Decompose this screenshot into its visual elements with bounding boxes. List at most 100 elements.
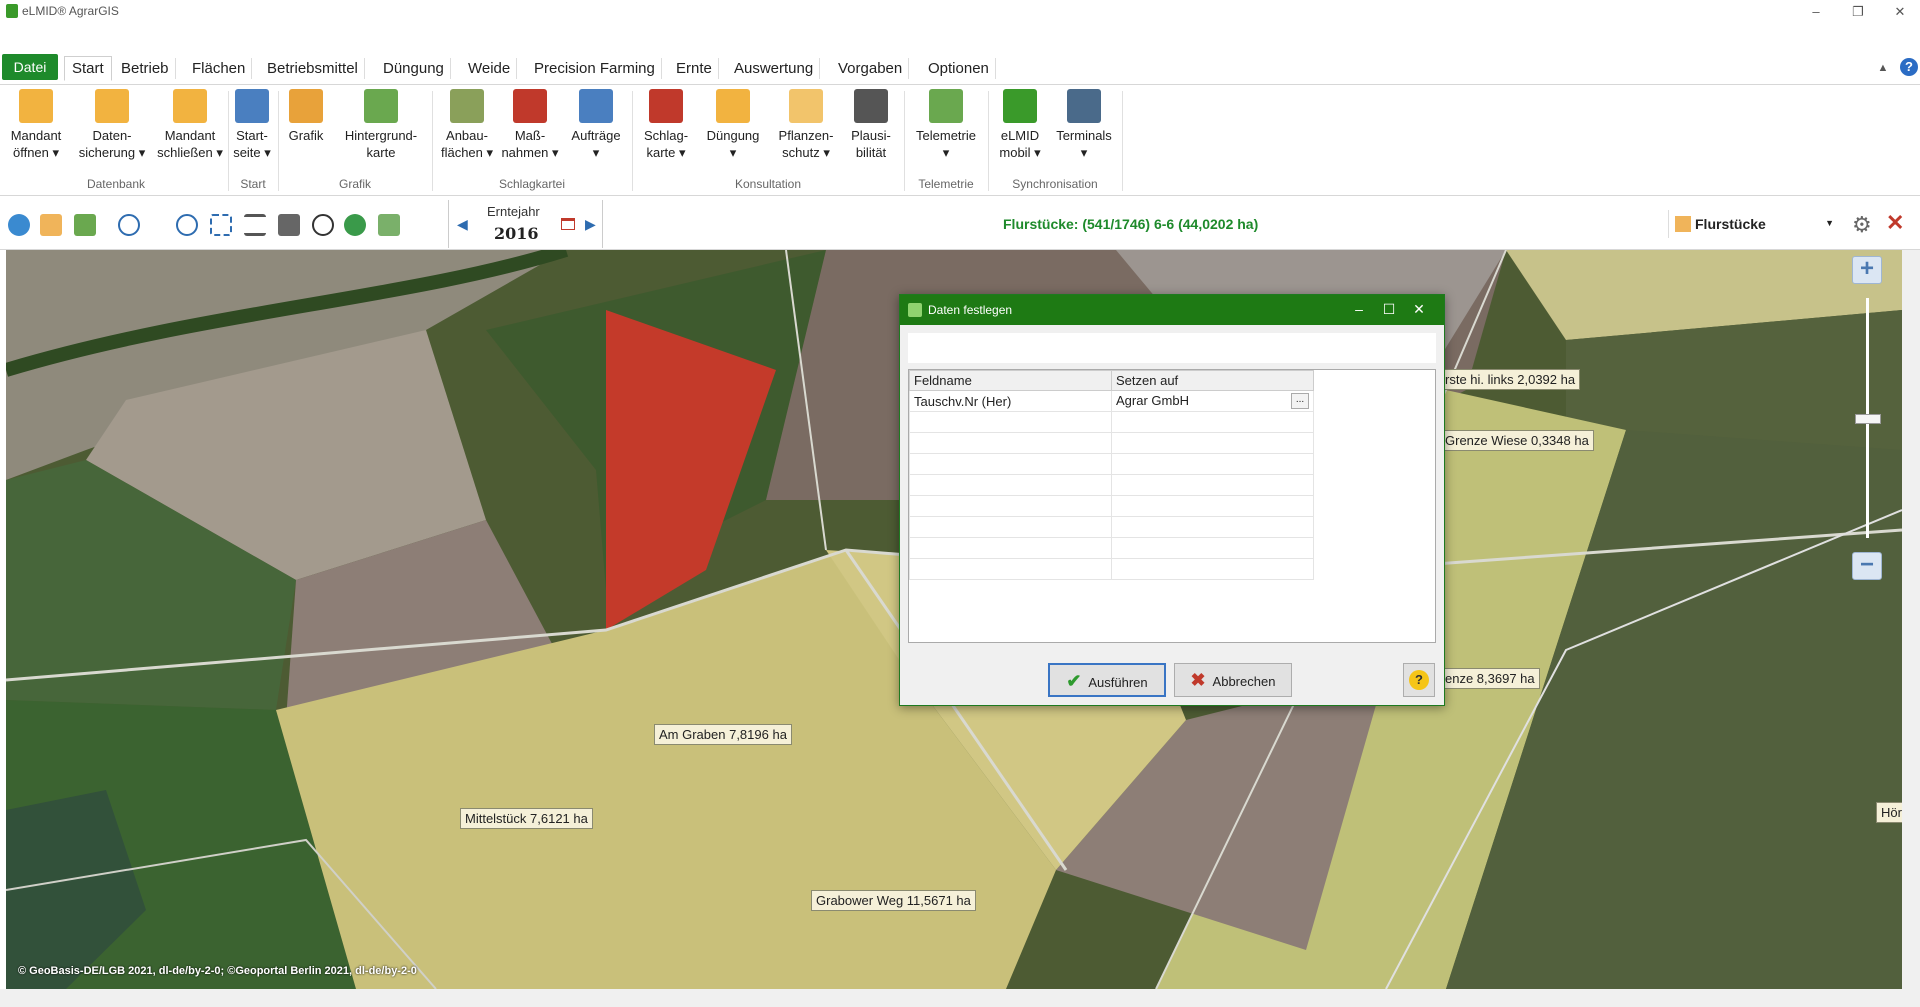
group-label-start: Start — [240, 177, 266, 191]
terminal-icon — [1067, 89, 1101, 123]
zoom-in-icon[interactable] — [118, 214, 140, 236]
prev-year-icon[interactable]: ◀ — [457, 216, 468, 233]
ribbon-separator — [1122, 91, 1123, 191]
table-row[interactable] — [909, 411, 1314, 433]
pflanzenschutz-button[interactable]: Pflanzen- schutz ▾ — [772, 89, 840, 161]
map-label-am-graben[interactable]: Am Graben 7,8196 ha — [654, 724, 792, 745]
table-row[interactable] — [909, 495, 1314, 517]
map-horizontal-scrollbar[interactable] — [0, 989, 1920, 1007]
restore-button[interactable]: ❐ — [1838, 2, 1878, 22]
table-row[interactable] — [909, 453, 1314, 475]
dialog-close-icon[interactable]: ✕ — [1404, 301, 1434, 318]
remove-layer-icon[interactable] — [378, 214, 400, 236]
startseite-button[interactable]: Start- seite ▾ — [230, 89, 274, 161]
value-cell[interactable]: Agrar GmbH ... — [1111, 390, 1314, 412]
app-title: eLMID® AgrarGIS — [22, 4, 119, 18]
table-row[interactable] — [909, 432, 1314, 454]
tab-weide[interactable]: Weide — [462, 58, 518, 79]
group-label-schlagkartei: Schlagkartei — [498, 177, 566, 191]
mandant-schliessen-button[interactable]: Mandant schließen ▾ — [154, 89, 226, 161]
dialog-title-bar: Daten festlegen – ☐ ✕ — [900, 295, 1444, 325]
dialog-minimize-icon[interactable]: – — [1344, 301, 1374, 317]
search-icon[interactable] — [312, 214, 334, 236]
massnahmen-button[interactable]: Maß- nahmen ▾ — [500, 89, 560, 161]
telemetrie-button[interactable]: Telemetrie ▾ — [910, 89, 982, 161]
map-label-grabower-weg[interactable]: Grabower Weg 11,5671 ha — [811, 890, 976, 911]
table-row[interactable] — [909, 558, 1314, 580]
layer-dropdown[interactable]: Flurstücke ▼ — [1668, 210, 1840, 238]
tab-datei[interactable]: Datei — [2, 54, 58, 80]
parcel-status: Flurstücke: (541/1746) 6-6 (44,0202 ha) — [1003, 216, 1259, 232]
next-year-icon[interactable]: ▶ — [585, 216, 596, 233]
pencil-icon[interactable] — [40, 214, 62, 236]
settings-gear-icon[interactable]: ⚙ — [1852, 212, 1872, 238]
printer-icon[interactable] — [278, 214, 300, 236]
minimize-button[interactable]: – — [1796, 2, 1836, 22]
schlagkarte-button[interactable]: Schlag- karte ▾ — [636, 89, 696, 161]
tab-precision-farming[interactable]: Precision Farming — [528, 58, 662, 79]
duengung-button[interactable]: Düngung ▾ — [700, 89, 766, 161]
table-row[interactable]: Tauschv.Nr (Her) Agrar GmbH ... — [909, 390, 1314, 412]
dialog-title: Daten festlegen — [928, 303, 1013, 317]
datensicherung-button[interactable]: Daten- sicherung ▾ — [78, 89, 146, 161]
tab-vorgaben[interactable]: Vorgaben — [832, 58, 910, 79]
field-name-cell[interactable]: Tauschv.Nr (Her) — [909, 390, 1112, 412]
tab-ernte[interactable]: Ernte — [670, 58, 719, 79]
elmid-mobil-button[interactable]: eLMID mobil ▾ — [994, 89, 1046, 161]
terminals-button[interactable]: Terminals ▾ — [1052, 89, 1116, 161]
zoom-slider-thumb[interactable] — [1855, 414, 1881, 424]
group-label-datenbank: Datenbank — [86, 177, 146, 191]
map-vertical-scrollbar[interactable] — [1902, 250, 1920, 989]
ausfuehren-button[interactable]: ✔ Ausführen — [1048, 663, 1166, 697]
field-card-icon — [649, 89, 683, 123]
zoom-plus-button[interactable]: + — [1852, 256, 1882, 284]
table-row[interactable] — [909, 516, 1314, 538]
select-rectangle-icon[interactable] — [210, 214, 232, 236]
tractor-icon — [513, 89, 547, 123]
refresh-icon[interactable] — [8, 214, 30, 236]
list-icon[interactable] — [244, 214, 266, 236]
tab-auswertung[interactable]: Auswertung — [728, 58, 821, 79]
tab-flaechen[interactable]: Flächen — [186, 58, 253, 79]
map-label-erste-hi-links[interactable]: rste hi. links 2,0392 ha — [1440, 369, 1581, 390]
ribbon-separator — [904, 91, 905, 191]
tab-start[interactable]: Start — [64, 56, 112, 81]
map-label-grenze[interactable]: enze 8,3697 ha — [1440, 668, 1540, 689]
mandant-oeffnen-button[interactable]: Mandant öffnen ▾ — [6, 89, 66, 161]
map-label-mittelstueck[interactable]: Mittelstück 7,6121 ha — [460, 808, 593, 829]
table-row[interactable] — [909, 537, 1314, 559]
zoom-out-icon[interactable] — [176, 214, 198, 236]
dialog-maximize-icon[interactable]: ☐ — [1374, 301, 1404, 318]
globe-icon[interactable] — [344, 214, 366, 236]
hintergrundkarte-button[interactable]: Hintergrund- karte — [336, 89, 426, 161]
harvest-year-value[interactable]: 2016 — [494, 224, 539, 243]
map-label-grenze-wiese[interactable]: Grenze Wiese 0,3348 ha — [1440, 430, 1594, 451]
collapse-ribbon-icon[interactable]: ▲ — [1877, 62, 1888, 74]
help-button[interactable]: ? — [1403, 663, 1435, 697]
tab-betriebsmittel[interactable]: Betriebsmittel — [261, 58, 365, 79]
value-input[interactable]: Agrar GmbH — [1116, 393, 1189, 408]
tab-optionen[interactable]: Optionen — [922, 58, 996, 79]
layer-icon[interactable] — [74, 214, 96, 236]
telemetry-icon — [929, 89, 963, 123]
plausibilitaet-button[interactable]: Plausi- bilität — [844, 89, 898, 161]
app-logo-icon — [6, 4, 18, 18]
zoom-minus-button[interactable]: − — [1852, 552, 1882, 580]
menu-bar: Datei Start Betrieb Flächen Betriebsmitt… — [0, 52, 1920, 84]
tab-betrieb[interactable]: Betrieb — [115, 58, 176, 79]
column-header-feldname: Feldname — [909, 370, 1112, 391]
grafik-button[interactable]: Grafik — [284, 89, 328, 144]
anbauflaechen-button[interactable]: Anbau- flächen ▾ — [436, 89, 498, 161]
close-panel-icon[interactable]: ✕ — [1886, 210, 1904, 236]
help-icon[interactable]: ? — [1900, 58, 1918, 76]
map-label-hoer[interactable]: Hör — [1876, 802, 1902, 823]
calendar-icon[interactable] — [561, 218, 575, 230]
ellipsis-button[interactable]: ... — [1291, 393, 1309, 409]
close-window-button[interactable]: ✕ — [1880, 2, 1920, 22]
auftraege-button[interactable]: Aufträge ▾ — [566, 89, 626, 161]
folder-close-icon — [173, 89, 207, 123]
tab-duengung[interactable]: Düngung — [377, 58, 451, 79]
abbrechen-button[interactable]: ✖ Abbrechen — [1174, 663, 1292, 697]
ribbon: Mandant öffnen ▾ Daten- sicherung ▾ Mand… — [0, 84, 1920, 196]
table-row[interactable] — [909, 474, 1314, 496]
